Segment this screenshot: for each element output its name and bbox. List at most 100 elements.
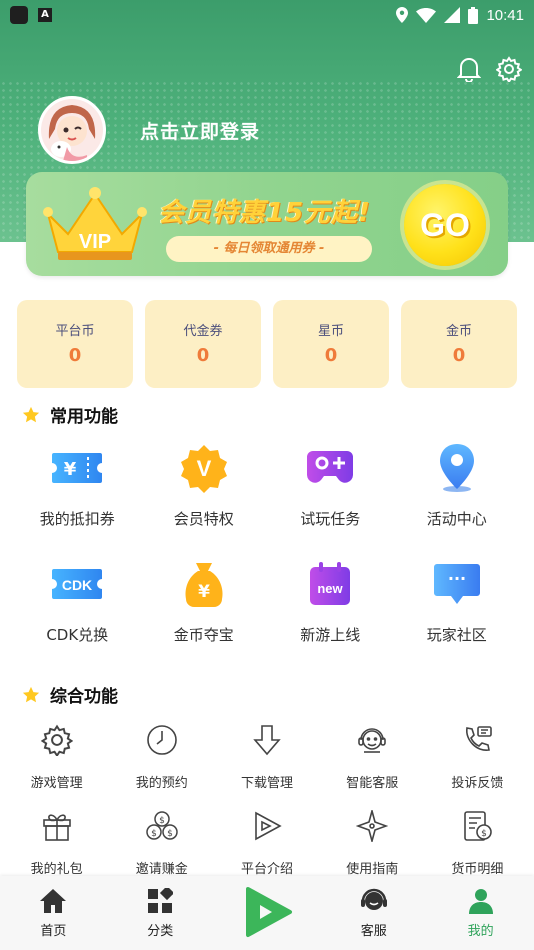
money-list-icon: $ [459,808,495,844]
go-button[interactable]: GO [404,184,486,266]
func-community[interactable]: ··· 玩家社区 [394,556,521,672]
currency-card-star[interactable]: 星币 0 [273,300,389,388]
svg-text:$: $ [151,829,157,839]
login-prompt[interactable]: 点击立即登录 [140,117,260,144]
svg-text:CDK: CDK [62,577,92,593]
func-my-coupons[interactable]: ¥ 我的抵扣券 [14,440,141,556]
currency-value: 0 [452,345,466,366]
app-badge-icon: A [38,8,52,22]
gamepad-icon [302,440,358,496]
notification-icon [10,6,28,24]
currency-label: 金币 [445,324,472,339]
func-label: 投诉反馈 [451,776,504,791]
nav-label: 分类 [147,924,174,939]
location-pin-icon [429,440,485,496]
vip-promo-banner[interactable]: VIP 会员特惠15元起! - 每日领取通用券 - GO [26,172,508,276]
func-complaint-feedback[interactable]: 投诉反馈 [425,722,530,808]
star-icon [22,686,40,702]
bottom-navigation: 首页 分类 客服 我的 [0,876,534,950]
nav-mine[interactable]: 我的 [427,876,534,950]
star-icon [22,406,40,422]
currency-label: 平台币 [55,324,95,339]
download-icon [249,722,285,758]
func-smart-service[interactable]: 智能客服 [320,722,425,808]
func-label: 智能客服 [346,776,399,791]
bell-icon[interactable] [456,56,482,82]
svg-text:new: new [318,581,344,596]
clock-icon [144,722,180,758]
section-title-common: 常用功能 [22,402,118,427]
func-label: 我的礼包 [30,862,83,877]
svg-text:VIP: VIP [79,231,111,253]
svg-text:V: V [196,456,211,481]
gear-icon [39,722,75,758]
func-download-manage[interactable]: 下载管理 [214,722,319,808]
battery-icon [468,6,479,24]
func-activity-center[interactable]: 活动中心 [394,440,521,556]
phone-message-icon [459,722,495,758]
nav-home[interactable]: 首页 [0,876,107,950]
func-vip-privilege[interactable]: V 会员特权 [141,440,268,556]
currency-card-voucher[interactable]: 代金券 0 [145,300,261,388]
compass-star-icon [354,808,390,844]
coupon-icon: ¥ [49,440,105,496]
func-label: 使用指南 [346,862,399,877]
clock-time: 10:41 [486,6,524,24]
func-label: 平台介绍 [240,862,293,877]
svg-text:$: $ [167,829,173,839]
func-trial-task[interactable]: 试玩任务 [267,440,394,556]
signal-icon [444,7,461,23]
svg-text:$: $ [482,829,488,839]
nav-play-center[interactable] [214,876,321,950]
vip-title: 会员特惠15元起! [158,198,372,228]
func-label: 邀请赚金 [135,862,188,877]
func-label: 活动中心 [426,510,487,528]
section-title-general: 综合功能 [22,682,118,707]
app-root: A 10:41 点击立即登录 VIP 会员特惠15元起! - 每日领取通用券 -… [0,0,534,950]
user-icon [466,886,496,916]
headset-icon [359,886,389,916]
func-reservations[interactable]: 我的预约 [109,722,214,808]
settings-gear-icon[interactable] [496,56,522,82]
coins-icon: $ $ $ [144,808,180,844]
home-icon [38,886,68,916]
func-label: 金币夺宝 [173,626,234,644]
currency-label: 代金券 [183,324,223,339]
func-label: 货币明细 [451,862,504,877]
general-functions-grid: 游戏管理 我的预约 下载管理 智能客服 投诉反馈 我的礼包 $ $ $ 邀请赚金 [4,722,530,894]
vip-subtitle: - 每日领取通用券 - [166,236,372,262]
nav-label: 首页 [40,924,67,939]
nav-customer-service[interactable]: 客服 [320,876,427,950]
avatar[interactable] [38,96,106,164]
category-icon [145,886,175,916]
service-agent-icon [354,722,390,758]
play-triangle-icon [249,808,285,844]
svg-text:¥: ¥ [64,459,77,480]
func-label: 游戏管理 [30,776,83,791]
new-calendar-icon: new [302,556,358,612]
wifi-icon [416,7,437,23]
func-game-manage[interactable]: 游戏管理 [4,722,109,808]
currency-label: 星币 [317,324,344,339]
play-center-icon [239,884,295,940]
money-bag-icon: ¥ [176,556,232,612]
currency-value: 0 [196,345,210,366]
func-label: 下载管理 [240,776,293,791]
svg-text:¥: ¥ [198,582,210,602]
func-gold-treasure[interactable]: ¥ 金币夺宝 [141,556,268,672]
currency-row: 平台币 0 代金券 0 星币 0 金币 0 [17,300,517,388]
currency-card-platform[interactable]: 平台币 0 [17,300,133,388]
chat-bubble-icon: ··· [429,556,485,612]
vip-crown-icon: VIP [43,187,147,260]
nav-category[interactable]: 分类 [107,876,214,950]
cdk-icon: CDK [49,556,105,612]
func-new-games[interactable]: new 新游上线 [267,556,394,672]
nav-label: 我的 [467,924,494,939]
vip-badge-icon: V [176,440,232,496]
common-functions-grid: ¥ 我的抵扣券 V 会员特权 试玩任务 活动中心 CDK CDK兑换 ¥ 金币夺… [14,440,520,672]
func-cdk-redeem[interactable]: CDK CDK兑换 [14,556,141,672]
func-label: 我的抵扣券 [39,510,115,528]
currency-card-gold[interactable]: 金币 0 [401,300,517,388]
nav-label: 客服 [360,924,387,939]
status-bar: A 10:41 [0,0,534,30]
